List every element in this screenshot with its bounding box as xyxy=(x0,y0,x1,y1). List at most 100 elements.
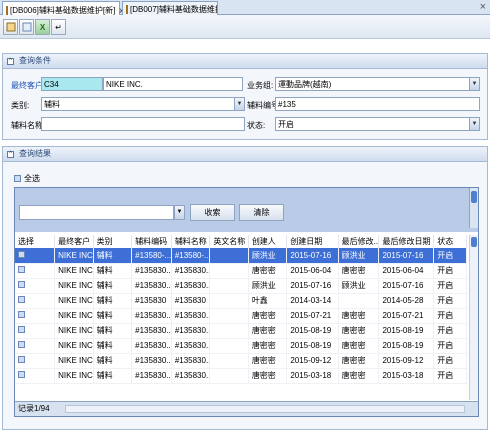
table-row[interactable]: NIKE INC. 辅料 #135830... #135830... 唐密密 2015-0… xyxy=(15,353,467,369)
checkbox-icon[interactable] xyxy=(18,311,25,318)
scroll-thumb[interactable] xyxy=(471,237,477,247)
cell-code: #135830... xyxy=(131,338,172,354)
col-en-name[interactable]: 英文名称 xyxy=(209,235,249,248)
row-select-cell[interactable] xyxy=(15,338,56,354)
col-modifier[interactable]: 最后修改... xyxy=(338,235,380,248)
clear-button[interactable]: 清除 xyxy=(239,204,284,221)
name-input[interactable] xyxy=(41,117,245,131)
cell-status: 开启 xyxy=(433,293,467,309)
chevron-down-icon[interactable]: ▼ xyxy=(234,98,244,110)
cell-modified: 2015-07-16 xyxy=(378,278,435,294)
checkbox-icon[interactable] xyxy=(18,281,25,288)
cell-status: 开启 xyxy=(433,368,467,384)
form-icon xyxy=(126,5,128,14)
scroll-thumb[interactable] xyxy=(471,191,477,203)
cell-creator: 唐密密 xyxy=(248,323,288,339)
row-select-cell[interactable] xyxy=(15,263,56,279)
cell-code: #135830... xyxy=(131,353,172,369)
grid-scrollbar[interactable] xyxy=(469,235,478,400)
cell-category: 辅料 xyxy=(93,308,133,324)
tab-db007[interactable]: [DB007]辅料基础数据维护日期页3 xyxy=(122,1,218,15)
select-all-label: 全选 xyxy=(24,174,40,183)
results-table: 选择 最终客户 类别 辅料编码 辅料名称 英文名称 创建人 创建日期 最后修改.… xyxy=(15,235,467,384)
customer-name-field[interactable]: NIKE INC. xyxy=(103,77,243,91)
record-count: 记录1/94 xyxy=(18,404,50,413)
window-close-icon[interactable]: × xyxy=(480,1,486,13)
col-category[interactable]: 类别 xyxy=(93,235,133,248)
cell-category: 辅料 xyxy=(93,263,133,279)
col-name[interactable]: 辅料名称 xyxy=(171,235,211,248)
horizontal-scrollbar[interactable] xyxy=(65,405,465,413)
grid-search-bar: ▼ 收索 清除 xyxy=(15,188,478,232)
cell-en xyxy=(209,263,249,279)
cell-customer: NIKE INC. xyxy=(54,248,94,264)
chevron-down-icon[interactable]: ▼ xyxy=(469,118,479,130)
query-panel-header[interactable]: ^ 查询条件 xyxy=(2,53,488,69)
cell-modifier: 唐密密 xyxy=(338,323,380,339)
row-select-cell[interactable] xyxy=(15,308,56,324)
col-creator[interactable]: 创建人 xyxy=(248,235,288,248)
chevron-down-icon[interactable]: ▼ xyxy=(469,78,479,90)
results-panel-header[interactable]: ^ 查询结果 xyxy=(2,146,488,162)
status-select[interactable]: 开启 ▼ xyxy=(275,117,480,131)
row-select-cell[interactable] xyxy=(15,248,56,264)
row-select-cell[interactable] xyxy=(15,353,56,369)
collapse-icon[interactable]: ^ xyxy=(7,58,14,65)
col-modified[interactable]: 最后修改日期 xyxy=(378,235,435,248)
cell-en xyxy=(209,278,249,294)
table-row[interactable]: NIKE INC. 辅料 #13580-... #13580-... 顾洪业 2015-0… xyxy=(15,248,467,264)
exit-icon[interactable]: ↵ xyxy=(51,19,66,35)
top-scrollbar[interactable] xyxy=(469,188,478,228)
row-select-cell[interactable] xyxy=(15,293,56,309)
customer-code-field[interactable]: C34 xyxy=(41,77,103,91)
code-input[interactable]: #135 xyxy=(275,97,480,111)
search-button[interactable]: 收索 xyxy=(190,204,235,221)
query-panel: 最终客户: C34 NIKE INC. 业务组: 運動品牌(越南) ▼ 类别: … xyxy=(2,69,488,140)
select-all-checkbox[interactable]: 全选 xyxy=(14,173,40,184)
table-row[interactable]: NIKE INC. 辅料 #135830... #135830... 唐密密 2015-0… xyxy=(15,338,467,354)
checkbox-icon[interactable] xyxy=(18,341,25,348)
save-icon[interactable] xyxy=(3,19,18,35)
cell-customer: NIKE INC. xyxy=(54,338,94,354)
checkbox-icon[interactable] xyxy=(18,326,25,333)
collapse-icon[interactable]: ^ xyxy=(7,151,14,158)
cell-modified: 2015-08-19 xyxy=(378,323,435,339)
cell-status: 开启 xyxy=(433,353,467,369)
col-customer[interactable]: 最终客户 xyxy=(54,235,94,248)
cell-customer: NIKE INC. xyxy=(54,293,94,309)
tab-bar: [DB006]辅料基础数据维护[新] x [DB007]辅料基础数据维护日期页3… xyxy=(0,0,490,16)
cell-creator: 唐密密 xyxy=(248,263,288,279)
checkbox-icon[interactable] xyxy=(18,250,25,258)
table-row[interactable]: NIKE INC. 辅料 #135830... #135830... 顾洪业 2015-0… xyxy=(15,278,467,294)
refresh-icon[interactable] xyxy=(19,19,34,35)
cell-customer: NIKE INC. xyxy=(54,323,94,339)
checkbox-icon[interactable] xyxy=(18,356,25,363)
cell-created: 2015-07-21 xyxy=(286,308,339,324)
row-select-cell[interactable] xyxy=(15,368,56,384)
table-row[interactable]: NIKE INC. 辅料 #135830 #135830 叶鑫 2014-03-14 201… xyxy=(15,293,467,309)
cell-en xyxy=(209,353,249,369)
checkbox-icon[interactable] xyxy=(18,371,25,378)
cell-name: #135830... xyxy=(171,323,211,339)
row-select-cell[interactable] xyxy=(15,278,56,294)
table-row[interactable]: NIKE INC. 辅料 #135830... #135830... 唐密密 2015-0… xyxy=(15,368,467,384)
col-code[interactable]: 辅料编码 xyxy=(131,235,172,248)
table-row[interactable]: NIKE INC. 辅料 #135830... #135830... 唐密密 2015-0… xyxy=(15,323,467,339)
col-status[interactable]: 状态 xyxy=(433,235,467,248)
col-select[interactable]: 选择 xyxy=(15,235,56,248)
chevron-down-icon[interactable]: ▼ xyxy=(174,205,185,220)
category-select[interactable]: 辅料 ▼ xyxy=(41,97,245,111)
row-select-cell[interactable] xyxy=(15,323,56,339)
excel-icon[interactable]: X xyxy=(35,19,50,35)
tab-db006[interactable]: [DB006]辅料基础数据维护[新] x xyxy=(2,1,123,16)
checkbox-icon[interactable] xyxy=(14,175,21,182)
cell-en xyxy=(209,248,249,264)
checkbox-icon[interactable] xyxy=(18,296,25,303)
table-row[interactable]: NIKE INC. 辅料 #135830... #135830... 唐密密 2015-0… xyxy=(15,263,467,279)
table-row[interactable]: NIKE INC. 辅料 #135830... #135830... 唐密密 2015-0… xyxy=(15,308,467,324)
col-created[interactable]: 创建日期 xyxy=(286,235,339,248)
business-select[interactable]: 運動品牌(越南) ▼ xyxy=(275,77,480,91)
grid-search-input[interactable] xyxy=(19,205,174,220)
cell-modifier: 唐密密 xyxy=(338,263,380,279)
checkbox-icon[interactable] xyxy=(18,266,25,273)
